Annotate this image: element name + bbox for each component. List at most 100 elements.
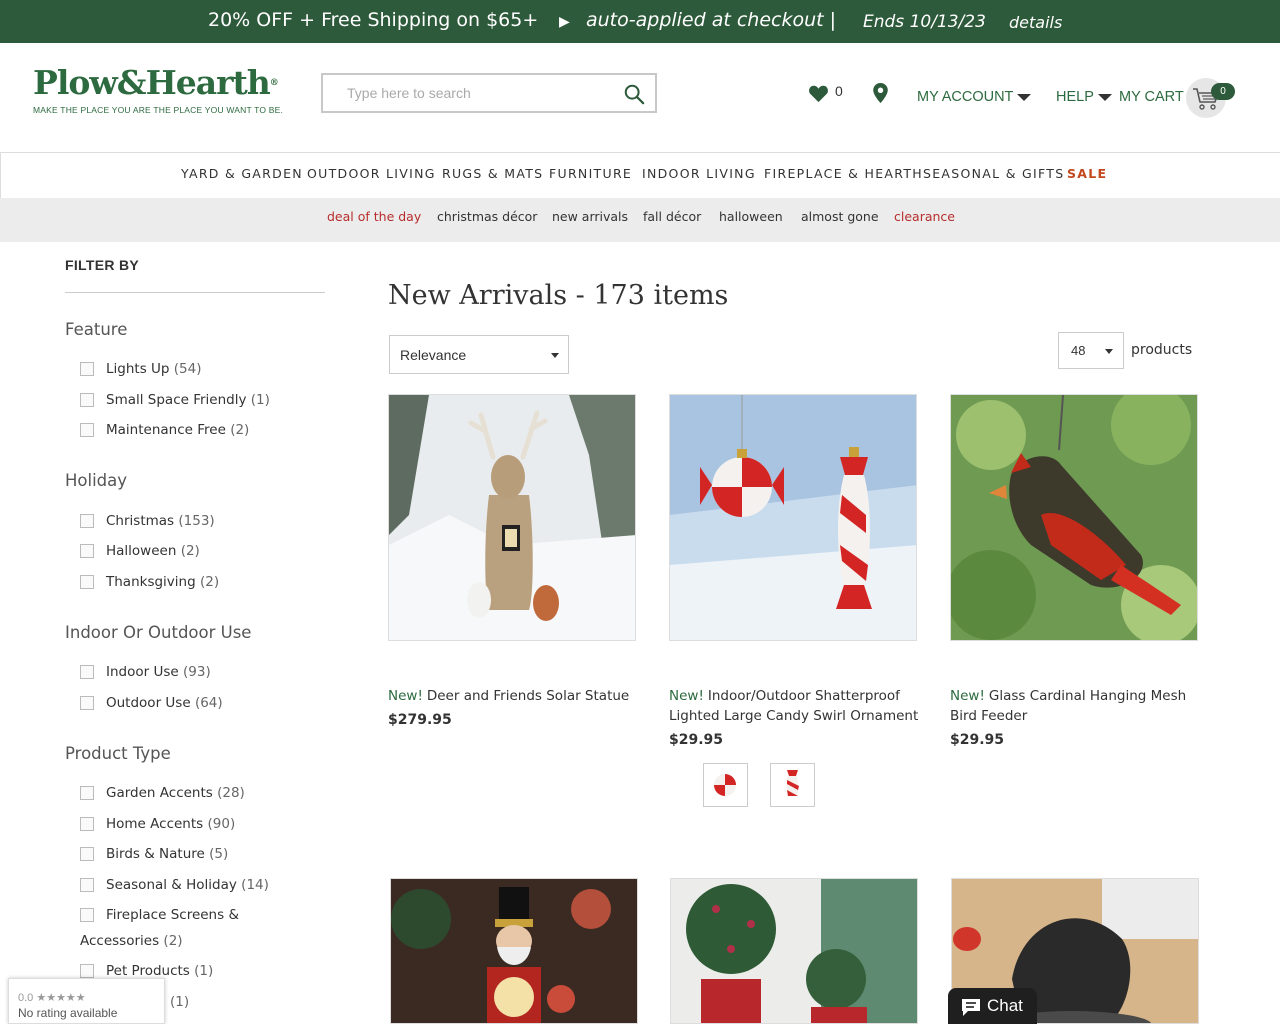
filter-option[interactable]: Indoor Use (93) xyxy=(80,659,310,685)
rating-text: No rating available xyxy=(18,1006,118,1020)
filter-option-count: (5) xyxy=(209,846,229,862)
chat-button[interactable]: Chat xyxy=(948,988,1037,1024)
checkbox[interactable] xyxy=(80,847,94,861)
filter-option[interactable]: Home Accents (90) xyxy=(80,811,310,837)
checkbox[interactable] xyxy=(80,817,94,831)
product-title[interactable]: New! Deer and Friends Solar Statue xyxy=(388,686,638,706)
new-badge: New! xyxy=(950,688,985,704)
promo-details-link[interactable]: details xyxy=(1009,13,1062,32)
filter-option[interactable]: Seasonal & Holiday (14) xyxy=(80,872,310,898)
filter-option-count: (1) xyxy=(170,994,190,1010)
subnav-clearance[interactable]: clearance xyxy=(894,209,955,224)
checkbox[interactable] xyxy=(80,514,94,528)
logo-reg: ® xyxy=(269,78,279,88)
checkbox[interactable] xyxy=(80,393,94,407)
nav-yard-garden[interactable]: YARD & GARDEN xyxy=(181,166,303,181)
product-name: Glass Cardinal Hanging Mesh Bird Feeder xyxy=(950,688,1187,724)
filter-option-count: (28) xyxy=(217,785,245,801)
filter-option-label: Halloween xyxy=(106,543,177,559)
filter-group-feature[interactable]: Feature xyxy=(65,320,127,339)
checkbox[interactable] xyxy=(80,878,94,892)
sort-value: Relevance xyxy=(400,347,467,363)
nav-sale[interactable]: SALE xyxy=(1067,166,1107,181)
filter-option-count: (90) xyxy=(207,816,236,832)
location-pin-icon[interactable] xyxy=(873,83,888,103)
help-menu[interactable]: HELP xyxy=(1056,89,1112,105)
filter-option[interactable]: Small Space Friendly (1) xyxy=(80,387,310,413)
nav-outdoor-living[interactable]: OUTDOOR LIVING xyxy=(307,166,436,181)
google-rating-badge[interactable]: 0.0 ★★★★★ No rating available xyxy=(8,978,165,1024)
product-image-deer[interactable] xyxy=(388,394,636,641)
color-swatch-peppermint[interactable] xyxy=(703,763,748,807)
brand-logo[interactable]: Plow&Hearth® MAKE THE PLACE YOU ARE THE … xyxy=(33,64,283,116)
filter-option[interactable]: (1) xyxy=(170,989,400,1015)
filter-option-label: Christmas xyxy=(106,513,175,529)
chat-label: Chat xyxy=(987,996,1023,1015)
filter-option-count: (93) xyxy=(183,664,211,680)
filter-option[interactable]: Fireplace Screens & Accessories (2) xyxy=(80,902,255,954)
checkbox[interactable] xyxy=(80,786,94,800)
per-page-select[interactable]: 48 xyxy=(1058,332,1124,369)
nav-furniture[interactable]: FURNITURE xyxy=(549,166,632,181)
heart-icon[interactable] xyxy=(808,84,829,103)
checkbox[interactable] xyxy=(80,908,94,922)
filter-option[interactable]: Birds & Nature (5) xyxy=(80,841,310,867)
subnav-fall-decor[interactable]: fall décor xyxy=(643,209,701,224)
filter-option-label: Pet Products xyxy=(106,963,190,979)
checkbox[interactable] xyxy=(80,964,94,978)
filter-option-label: Home Accents xyxy=(106,816,204,832)
filter-option[interactable]: Outdoor Use (64) xyxy=(80,690,310,716)
my-cart-link[interactable]: MY CART xyxy=(1119,89,1184,105)
filter-by-title: FILTER BY xyxy=(65,257,139,273)
product-image-nutcracker[interactable] xyxy=(390,878,638,1024)
subnav-christmas-decor[interactable]: christmas décor xyxy=(437,209,537,224)
filter-option-label: Lights Up xyxy=(106,361,170,377)
checkbox[interactable] xyxy=(80,362,94,376)
checkbox[interactable] xyxy=(80,696,94,710)
color-swatch-candy-twist[interactable] xyxy=(770,763,815,807)
filter-option[interactable]: Thanksgiving (2) xyxy=(80,569,310,595)
chevron-down-icon xyxy=(1017,93,1032,101)
nav-rugs-mats[interactable]: RUGS & MATS xyxy=(442,166,543,181)
nav-indoor-living[interactable]: INDOOR LIVING xyxy=(642,166,756,181)
promo-end-date: Ends 10/13/23 xyxy=(863,12,986,32)
product-title[interactable]: New! Glass Cardinal Hanging Mesh Bird Fee… xyxy=(950,686,1200,726)
filter-option-label: Garden Accents xyxy=(106,785,213,801)
checkbox[interactable] xyxy=(80,665,94,679)
subnav-deal-of-the-day[interactable]: deal of the day xyxy=(327,209,421,224)
filter-option[interactable]: Christmas (153) xyxy=(80,508,310,534)
filter-option[interactable]: Lights Up (54) xyxy=(80,356,310,382)
filter-option[interactable]: Maintenance Free (2) xyxy=(80,417,310,443)
deer-statue-image xyxy=(389,395,635,640)
filter-group-holiday[interactable]: Holiday xyxy=(65,471,127,490)
checkbox[interactable] xyxy=(80,423,94,437)
checkbox[interactable] xyxy=(80,575,94,589)
search-input[interactable] xyxy=(333,81,603,105)
filter-option[interactable]: Garden Accents (28) xyxy=(80,780,310,806)
chevron-down-icon xyxy=(551,353,559,358)
subnav-almost-gone[interactable]: almost gone xyxy=(801,209,879,224)
page-title: New Arrivals - 173 items xyxy=(388,280,729,311)
product-image-candy[interactable] xyxy=(669,394,917,641)
filter-option-label: Small Space Friendly xyxy=(106,392,247,408)
filter-group-indoor-outdoor[interactable]: Indoor Or Outdoor Use xyxy=(65,623,251,642)
candy-twist-swatch-icon xyxy=(786,770,799,796)
search-icon[interactable] xyxy=(623,83,645,105)
filter-option-count: (153) xyxy=(178,513,215,529)
promo-banner[interactable]: 20% OFF + Free Shipping on $65+ ▶ auto-a… xyxy=(0,0,1280,43)
nav-seasonal-gifts[interactable]: SEASONAL & GIFTS xyxy=(923,166,1064,181)
product-image-cardinal[interactable] xyxy=(950,394,1198,641)
filter-option-count: (1) xyxy=(250,392,270,408)
product-image-planters[interactable] xyxy=(670,878,918,1024)
nav-fireplace-hearth[interactable]: FIREPLACE & HEARTH xyxy=(764,166,923,181)
product-title[interactable]: New! Indoor/Outdoor Shatterproof Lighted … xyxy=(669,686,919,726)
filter-option[interactable]: Halloween (2) xyxy=(80,538,310,564)
checkbox[interactable] xyxy=(80,544,94,558)
subnav-new-arrivals[interactable]: new arrivals xyxy=(552,209,628,224)
product-price: $279.95 xyxy=(388,712,452,728)
my-account-label: MY ACCOUNT xyxy=(917,89,1014,105)
my-account-menu[interactable]: MY ACCOUNT xyxy=(917,89,1032,105)
subnav-halloween[interactable]: halloween xyxy=(719,209,783,224)
filter-group-product-type[interactable]: Product Type xyxy=(65,744,171,763)
sort-select[interactable]: Relevance xyxy=(389,335,569,374)
